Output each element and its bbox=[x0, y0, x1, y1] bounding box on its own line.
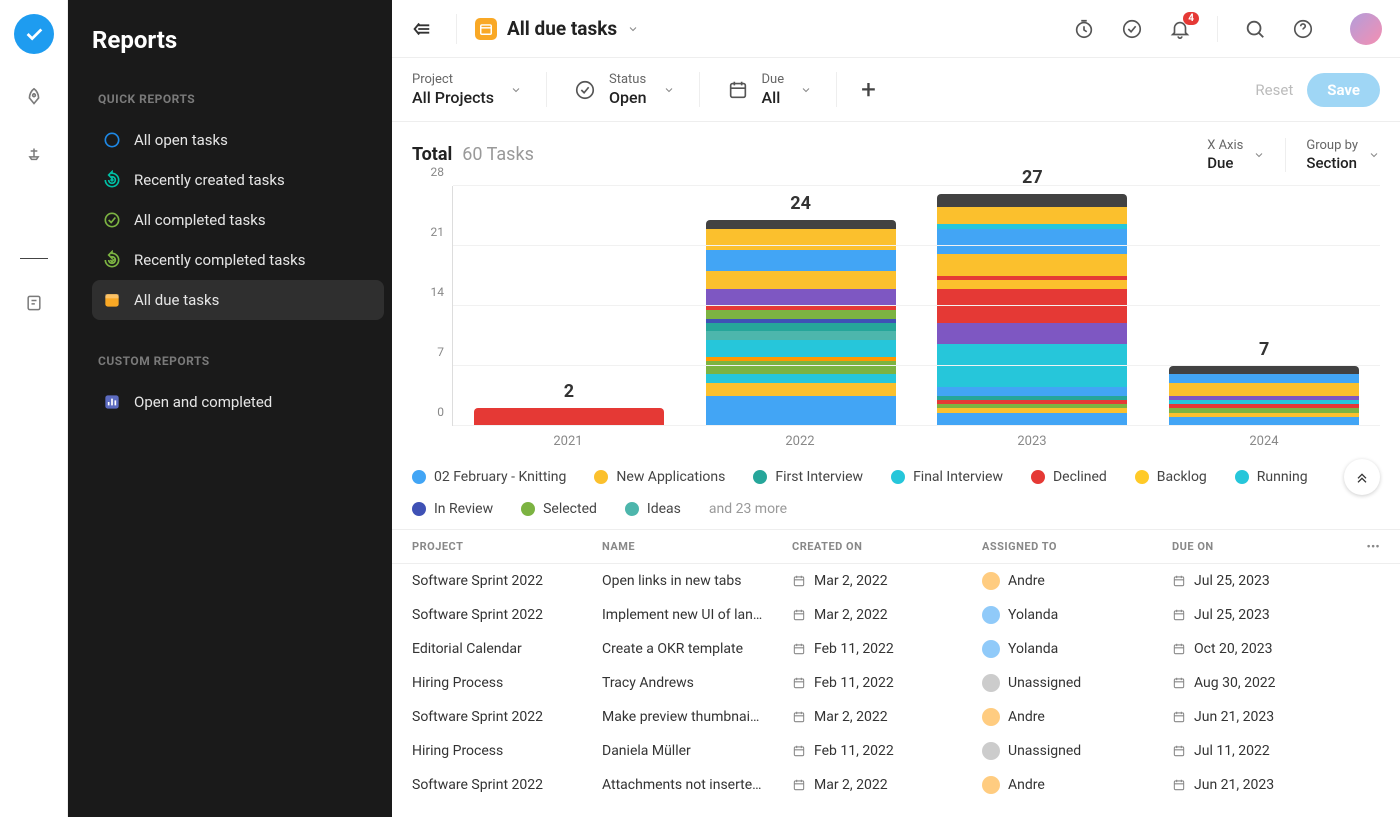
calendar-icon bbox=[475, 18, 497, 40]
legend-item[interactable]: Final Interview bbox=[891, 469, 1003, 485]
table-row[interactable]: Software Sprint 2022Open links in new ta… bbox=[392, 564, 1400, 598]
table-row[interactable]: Hiring ProcessDaniela MüllerFeb 11, 2022… bbox=[392, 734, 1400, 768]
circle-blue-icon bbox=[102, 130, 122, 150]
sidebar-item[interactable]: All open tasks bbox=[92, 120, 384, 160]
legend-item[interactable]: Declined bbox=[1031, 469, 1107, 485]
status-icon bbox=[571, 76, 599, 104]
sidebar-title: Reports bbox=[92, 26, 384, 54]
main-content: All due tasks 4 Project All Projects bbox=[392, 0, 1400, 817]
scroll-up-button[interactable] bbox=[1344, 459, 1380, 495]
chevron-down-icon bbox=[663, 84, 675, 96]
total-label: Total bbox=[412, 144, 452, 165]
avatar-icon bbox=[982, 776, 1000, 794]
chevron-down-icon bbox=[1368, 149, 1380, 161]
legend-item[interactable]: In Review bbox=[412, 501, 493, 517]
table-row[interactable]: Editorial CalendarCreate a OKR templateF… bbox=[392, 632, 1400, 666]
legend-item[interactable]: New Applications bbox=[594, 469, 725, 485]
user-avatar[interactable] bbox=[1350, 13, 1382, 45]
avatar-icon bbox=[982, 708, 1000, 726]
reset-button[interactable]: Reset bbox=[1255, 81, 1293, 99]
bar-column[interactable]: 27 bbox=[917, 186, 1149, 426]
custom-reports-label: CUSTOM REPORTS bbox=[92, 354, 384, 368]
collapse-sidebar-icon[interactable] bbox=[410, 18, 432, 40]
table-row[interactable]: Software Sprint 2022Implement new UI of … bbox=[392, 598, 1400, 632]
topbar: All due tasks 4 bbox=[392, 0, 1400, 58]
chevron-down-icon bbox=[800, 84, 812, 96]
chart-header: Total 60 Tasks X Axis Due Group by Secti… bbox=[412, 138, 1380, 172]
bar-column[interactable]: 7 bbox=[1148, 186, 1380, 426]
page-title: All due tasks bbox=[507, 17, 617, 40]
add-filter-button[interactable]: + bbox=[861, 75, 876, 105]
refresh-plus-green-icon bbox=[102, 170, 122, 190]
legend-item[interactable]: Selected bbox=[521, 501, 597, 517]
refresh-check-green-icon bbox=[102, 250, 122, 270]
legend-item[interactable]: Backlog bbox=[1135, 469, 1207, 485]
table-more-icon[interactable]: ••• bbox=[1367, 540, 1380, 553]
table-header: PROJECT NAME CREATED ON ASSIGNED TO DUE … bbox=[392, 530, 1400, 564]
check-green-icon bbox=[102, 210, 122, 230]
task-count: 60 Tasks bbox=[462, 144, 534, 165]
help-icon[interactable] bbox=[1292, 18, 1314, 40]
chevron-down-icon bbox=[1253, 149, 1265, 161]
tasks-table: PROJECT NAME CREATED ON ASSIGNED TO DUE … bbox=[392, 529, 1400, 802]
table-row[interactable]: Software Sprint 2022Make preview thumbna… bbox=[392, 700, 1400, 734]
app-logo[interactable] bbox=[14, 14, 54, 54]
xaxis-control[interactable]: X Axis Due bbox=[1167, 138, 1265, 172]
avatar-icon bbox=[982, 674, 1000, 692]
filter-due[interactable]: Due All bbox=[724, 72, 838, 107]
avatar-icon bbox=[982, 640, 1000, 658]
legend-item[interactable]: First Interview bbox=[753, 469, 863, 485]
save-button[interactable]: Save bbox=[1307, 73, 1380, 107]
quick-reports-label: QUICK REPORTS bbox=[92, 92, 384, 106]
sidebar-item[interactable]: Open and completed bbox=[92, 382, 384, 422]
report-purple-icon bbox=[102, 392, 122, 412]
bar-column[interactable]: 24 bbox=[685, 186, 917, 426]
filter-bar: Project All Projects Status Open Due All… bbox=[392, 58, 1400, 122]
legend-more[interactable]: and 23 more bbox=[709, 501, 787, 517]
note-icon[interactable] bbox=[20, 289, 48, 317]
sidebar-item[interactable]: All completed tasks bbox=[92, 200, 384, 240]
nav-rail bbox=[0, 0, 68, 817]
sidebar-item[interactable]: All due tasks bbox=[92, 280, 384, 320]
chevron-down-icon bbox=[510, 84, 522, 96]
table-row[interactable]: Hiring ProcessTracy AndrewsFeb 11, 2022U… bbox=[392, 666, 1400, 700]
timer-icon[interactable] bbox=[1073, 18, 1095, 40]
bar-column[interactable]: 2 bbox=[453, 186, 685, 426]
topbar-divider bbox=[456, 14, 457, 44]
chevron-down-icon bbox=[627, 23, 639, 35]
avatar-icon bbox=[982, 742, 1000, 760]
notification-badge: 4 bbox=[1183, 12, 1199, 25]
rocket-icon[interactable] bbox=[20, 84, 48, 112]
filter-status[interactable]: Status Open bbox=[571, 72, 700, 107]
legend-item[interactable]: Ideas bbox=[625, 501, 681, 517]
table-row[interactable]: Software Sprint 2022Attachments not inse… bbox=[392, 768, 1400, 802]
page-title-dropdown[interactable]: All due tasks bbox=[475, 17, 639, 40]
sidebar: Reports QUICK REPORTS All open tasksRece… bbox=[68, 0, 392, 817]
filter-project[interactable]: Project All Projects bbox=[412, 72, 547, 107]
search-icon[interactable] bbox=[1244, 18, 1266, 40]
sidebar-item[interactable]: Recently created tasks bbox=[92, 160, 384, 200]
bar-chart: 07142128 224277 bbox=[412, 186, 1380, 426]
reports-icon[interactable] bbox=[20, 200, 48, 228]
legend-item[interactable]: 02 February - Knitting bbox=[412, 469, 566, 485]
calendar-icon bbox=[724, 76, 752, 104]
rail-divider bbox=[20, 258, 48, 259]
legend-item[interactable]: Running bbox=[1235, 469, 1308, 485]
calendar-yellow-icon bbox=[102, 290, 122, 310]
check-circle-icon[interactable] bbox=[1121, 18, 1143, 40]
groupby-control[interactable]: Group by Section bbox=[1265, 138, 1380, 172]
bell-icon[interactable]: 4 bbox=[1169, 18, 1191, 40]
pin-icon[interactable] bbox=[20, 142, 48, 170]
avatar-icon bbox=[982, 572, 1000, 590]
avatar-icon bbox=[982, 606, 1000, 624]
chart-legend: 02 February - Knitting New Applications Fi… bbox=[392, 449, 1400, 529]
sidebar-item[interactable]: Recently completed tasks bbox=[92, 240, 384, 280]
